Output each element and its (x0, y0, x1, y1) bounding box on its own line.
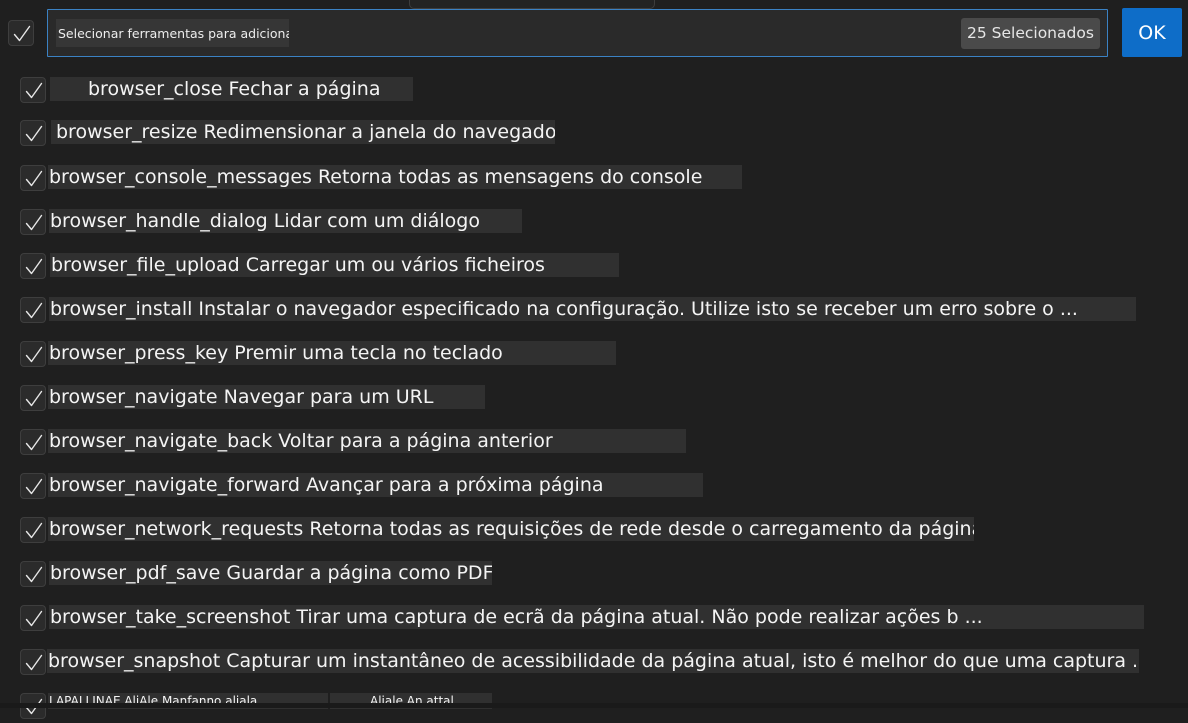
tool-label: browser_pdf_save Guardar a página como P… (49, 561, 492, 585)
tool-row[interactable]: browser_resize Redimensionar a janela do… (0, 120, 1188, 150)
tool-list: browser_close Fechar a página browser_res… (0, 0, 1188, 719)
checkmark-icon (25, 346, 43, 363)
tool-checkbox[interactable] (20, 517, 46, 543)
checkmark-icon (25, 82, 43, 99)
tool-row[interactable]: browser_pdf_save Guardar a página como P… (0, 561, 1188, 591)
bottom-overflow-strip (0, 703, 1188, 708)
tool-checkbox[interactable] (20, 561, 46, 587)
tool-checkbox[interactable] (20, 341, 46, 367)
tool-label: browser_console_messages Retorna todas a… (48, 165, 742, 189)
tool-row[interactable]: browser_file_upload Carregar um ou vário… (0, 253, 1188, 283)
tool-row[interactable]: browser_console_messages Retorna todas a… (0, 165, 1188, 195)
tool-label: browser_resize Redimensionar a janela do… (51, 120, 555, 144)
tool-row[interactable]: browser_snapshot Capturar um instantâneo… (0, 649, 1188, 679)
tool-label: browser_handle_dialog Lidar com um diálo… (49, 209, 522, 233)
tool-label: browser_take_screenshot Tirar uma captur… (49, 605, 1144, 629)
tool-row[interactable]: browser_navigate_forward Avançar para a … (0, 473, 1188, 503)
tool-label: browser_press_key Premir uma tecla no te… (48, 341, 616, 365)
tool-checkbox[interactable] (20, 429, 46, 455)
tool-label: browser_file_upload Carregar um ou vário… (50, 253, 619, 277)
tool-checkbox[interactable] (20, 649, 46, 675)
tool-row[interactable]: browser_take_screenshot Tirar uma captur… (0, 605, 1188, 635)
tool-checkbox[interactable] (20, 120, 46, 146)
checkmark-icon (25, 170, 43, 187)
tool-row[interactable]: browser_close Fechar a página (0, 77, 1188, 107)
tool-row[interactable]: browser_network_requests Retorna todas a… (0, 517, 1188, 547)
tool-row[interactable]: browser_navigate Navegar para um URL (0, 385, 1188, 415)
tool-row[interactable]: Aliale An attal (0, 693, 1188, 723)
tool-checkbox[interactable] (20, 473, 46, 499)
tool-row[interactable]: browser_press_key Premir uma tecla no te… (0, 341, 1188, 371)
tool-row[interactable]: browser_install Instalar o navegador esp… (0, 297, 1188, 327)
tool-checkbox[interactable] (20, 253, 46, 279)
checkmark-icon (25, 566, 43, 583)
tool-checkbox[interactable] (20, 605, 46, 631)
tool-checkbox[interactable] (20, 297, 46, 323)
tool-label: browser_snapshot Capturar um instantâneo… (47, 649, 1139, 673)
tool-label: browser_close Fechar a página (50, 77, 413, 101)
checkmark-icon (25, 522, 43, 539)
tool-label: browser_navigate_forward Avançar para a … (48, 473, 703, 497)
tool-label: browser_navigate_back Voltar para a pági… (48, 429, 686, 453)
checkmark-icon (25, 390, 43, 407)
tool-checkbox[interactable] (20, 209, 46, 235)
checkmark-icon (25, 654, 43, 671)
tool-label: browser_navigate Navegar para um URL (48, 385, 485, 409)
checkmark-icon (25, 214, 43, 231)
tool-label: browser_network_requests Retorna todas a… (48, 517, 974, 541)
checkmark-icon (25, 125, 43, 142)
tool-checkbox[interactable] (20, 77, 46, 103)
checkmark-icon (25, 258, 43, 275)
checkmark-icon (25, 610, 43, 627)
tool-checkbox[interactable] (20, 385, 46, 411)
tool-row[interactable]: browser_navigate_back Voltar para a pági… (0, 429, 1188, 459)
checkmark-icon (25, 302, 43, 319)
tool-label: browser_install Instalar o navegador esp… (49, 297, 1136, 321)
checkmark-icon (25, 478, 43, 495)
tool-row[interactable]: browser_handle_dialog Lidar com um diálo… (0, 209, 1188, 239)
checkmark-icon (25, 434, 43, 451)
tool-checkbox[interactable] (20, 165, 46, 191)
